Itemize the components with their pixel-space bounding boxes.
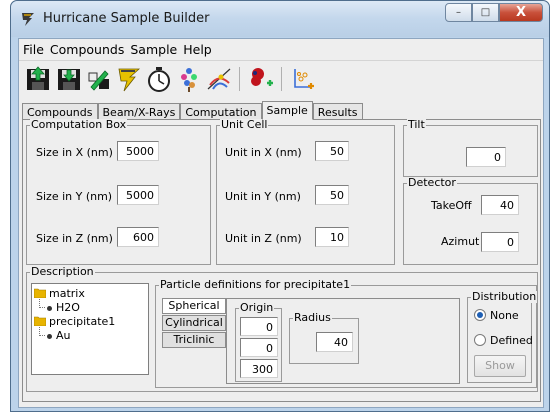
computation-box-title: Computation Box	[30, 118, 128, 131]
tab-sample[interactable]: Sample	[261, 101, 313, 120]
size-z-label: Size in Z (nm)	[36, 232, 113, 245]
unit-x-label: Unit in X (nm)	[225, 146, 302, 159]
size-z-input[interactable]: 600	[117, 227, 159, 247]
trajectory-icon[interactable]	[205, 65, 233, 93]
origin-y-input[interactable]: 0	[240, 338, 278, 357]
particle-definitions-group: Particle definitions for precipitate1 Sp…	[155, 279, 538, 388]
menu-bar: File Compounds Sample Help	[19, 39, 543, 59]
menu-file[interactable]: File	[23, 42, 44, 57]
distribution-defined-label[interactable]: Defined	[490, 334, 533, 347]
sample-tree[interactable]: matrix H2O precipitate1 Au	[31, 283, 149, 375]
origin-group: Origin 0 0 300	[235, 302, 282, 382]
main-tabs: Compounds Beam/X-Rays Computation Sample…	[22, 101, 363, 120]
tree-leaf-h2o[interactable]: H2O	[34, 299, 146, 315]
unit-cell-group: Unit Cell Unit in X (nm) 50 Unit in Y (n…	[216, 119, 395, 265]
tilt-title: Tilt	[407, 118, 426, 131]
leaf-bullet-icon	[47, 334, 52, 339]
distribution-defined-radio[interactable]	[474, 334, 486, 346]
tree-leaf-label: Au	[56, 329, 71, 342]
takeoff-label: TakeOff	[431, 199, 472, 212]
menu-help[interactable]: Help	[183, 42, 212, 57]
tree-node-precipitate1[interactable]: precipitate1	[34, 315, 146, 329]
description-title: Description	[30, 265, 95, 278]
hurricane-lightning-icon[interactable]	[115, 65, 143, 93]
unit-z-input[interactable]: 10	[315, 227, 349, 247]
title-bar[interactable]: Hurricane Sample Builder – □ X	[11, 1, 549, 37]
tree-node-label: precipitate1	[49, 315, 116, 328]
add-particle-icon[interactable]	[247, 65, 275, 93]
maximize-icon: □	[480, 7, 491, 18]
app-window: Hurricane Sample Builder – □ X File Comp…	[10, 0, 550, 412]
azimut-label: Azimut	[441, 235, 480, 248]
stopwatch-icon[interactable]	[145, 65, 173, 93]
close-icon: X	[515, 5, 527, 20]
minimize-icon: –	[456, 7, 461, 18]
size-x-label: Size in X (nm)	[36, 146, 113, 159]
client-area: File Compounds Sample Help Compounds Bea…	[18, 38, 544, 408]
azimut-input[interactable]: 0	[481, 232, 519, 252]
close-button[interactable]: X	[499, 3, 543, 22]
particle-definitions-title: Particle definitions for precipitate1	[159, 278, 352, 291]
window-title: Hurricane Sample Builder	[43, 11, 210, 26]
origin-z-input[interactable]: 300	[240, 359, 278, 378]
tab-spherical[interactable]: Spherical	[162, 298, 226, 314]
tilt-input[interactable]: 0	[466, 147, 506, 167]
maximize-button[interactable]: □	[472, 3, 499, 22]
shape-panel: Origin 0 0 300 Radius 40	[226, 298, 460, 384]
edit-green-icon[interactable]	[85, 65, 113, 93]
tree-connector	[39, 299, 45, 308]
distribution-group: Distribution None Defined Show	[467, 291, 538, 383]
distribution-none-radio[interactable]	[474, 309, 486, 321]
tab-cylindrical[interactable]: Cylindrical	[162, 315, 226, 331]
tree-node-matrix[interactable]: matrix	[34, 287, 146, 301]
tree-node-label: matrix	[49, 287, 85, 300]
detector-group: Detector TakeOff 40 Azimut 0	[403, 177, 538, 265]
tilt-group: Tilt 0	[403, 119, 538, 177]
add-distribution-icon[interactable]	[289, 65, 317, 93]
size-x-input[interactable]: 5000	[117, 141, 159, 161]
folder-icon	[34, 288, 46, 298]
distribution-title: Distribution	[471, 290, 538, 303]
description-group: Description matrix H2O precipitate1 Au P…	[26, 266, 538, 392]
origin-title: Origin	[239, 301, 275, 314]
molecule-tree-icon[interactable]	[175, 65, 203, 93]
radius-title: Radius	[293, 311, 332, 324]
tree-connector	[39, 327, 45, 336]
detector-title: Detector	[407, 176, 457, 189]
sample-tab-panel: Computation Box Size in X (nm) 5000 Size…	[22, 119, 541, 402]
minimize-button[interactable]: –	[445, 3, 472, 22]
unit-y-input[interactable]: 50	[315, 185, 349, 205]
tree-leaf-au[interactable]: Au	[34, 327, 146, 343]
tree-leaf-label: H2O	[56, 301, 80, 314]
menu-sample[interactable]: Sample	[130, 42, 177, 57]
computation-box-group: Computation Box Size in X (nm) 5000 Size…	[26, 119, 211, 265]
radius-group: Radius 40	[289, 312, 359, 364]
origin-x-input[interactable]: 0	[240, 317, 278, 336]
unit-x-input[interactable]: 50	[315, 141, 349, 161]
folder-icon	[34, 316, 46, 326]
toolbar-separator	[239, 67, 240, 91]
toolbar	[19, 60, 543, 96]
menu-compounds[interactable]: Compounds	[50, 42, 124, 57]
radius-input[interactable]: 40	[316, 332, 353, 352]
show-button[interactable]: Show	[474, 355, 526, 377]
save-black-icon[interactable]	[55, 65, 83, 93]
size-y-label: Size in Y (nm)	[36, 190, 113, 203]
tab-triclinic[interactable]: Triclinic	[162, 332, 226, 348]
unit-cell-title: Unit Cell	[220, 118, 269, 131]
tab-results[interactable]: Results	[312, 103, 363, 120]
toolbar-separator-2	[281, 67, 282, 91]
leaf-bullet-icon	[47, 306, 52, 311]
size-y-input[interactable]: 5000	[117, 185, 159, 205]
hurricane-logo-icon	[21, 11, 35, 27]
distribution-none-label[interactable]: None	[490, 309, 519, 322]
takeoff-input[interactable]: 40	[481, 195, 519, 215]
save-green-icon[interactable]	[24, 65, 52, 93]
unit-y-label: Unit in Y (nm)	[225, 190, 301, 203]
unit-z-label: Unit in Z (nm)	[225, 232, 302, 245]
